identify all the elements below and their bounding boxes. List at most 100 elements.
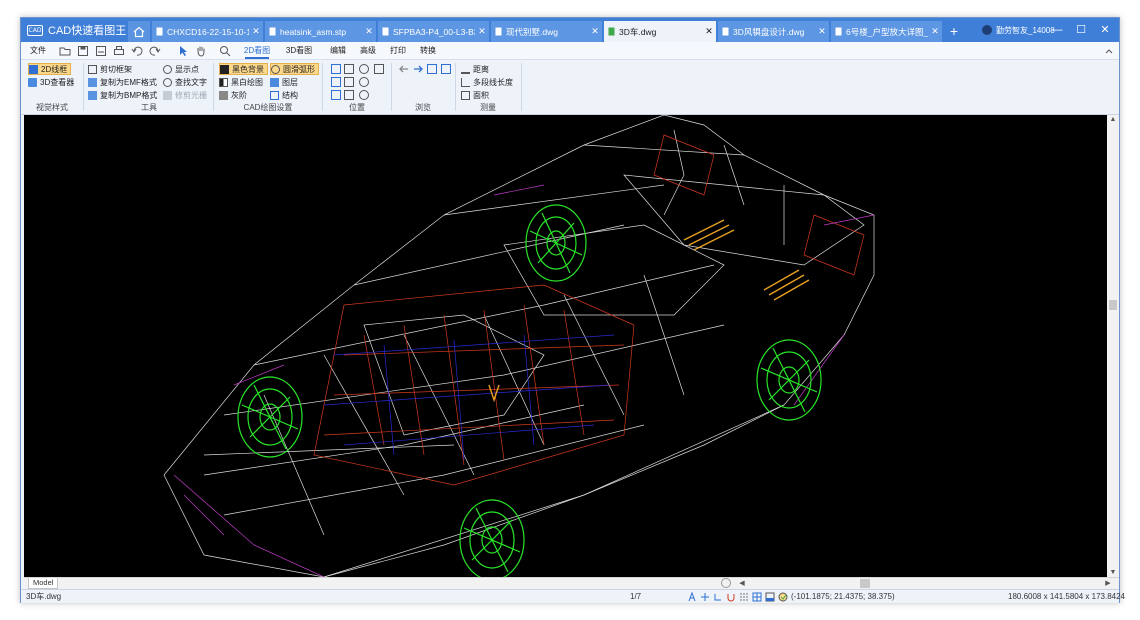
undo-icon[interactable]: [131, 45, 143, 57]
pan-icon[interactable]: [374, 64, 384, 74]
tab-6[interactable]: 6号楼_户型放大详图_t8... ✕: [831, 21, 942, 42]
maximize-button[interactable]: ☐: [1071, 18, 1091, 42]
scroll-left-arrow-icon[interactable]: ◀: [736, 579, 748, 587]
scroll-down-arrow-icon[interactable]: ▼: [1107, 569, 1119, 576]
grid-dots-icon[interactable]: [739, 592, 749, 602]
zoom-all-icon[interactable]: [344, 77, 354, 87]
minimize-button[interactable]: —: [1047, 18, 1067, 42]
find-text-button[interactable]: 查找文字: [163, 76, 207, 88]
copy-bmp-button[interactable]: 复制为BMP格式: [88, 89, 157, 101]
redo-icon[interactable]: [149, 45, 161, 57]
rotate-view-icon[interactable]: [331, 90, 341, 100]
wireframe-icon: [29, 64, 38, 74]
tab-3d-view[interactable]: 3D看图: [285, 42, 313, 60]
zoom-window-icon[interactable]: [344, 64, 354, 74]
zoom-in-icon[interactable]: [359, 64, 369, 74]
pan-hand-icon[interactable]: [195, 45, 207, 57]
next-drawing-icon[interactable]: [441, 64, 451, 74]
search-icon[interactable]: [219, 45, 231, 57]
tab-1[interactable]: heatsink_asm.stp ✕: [265, 21, 376, 42]
polyline-length-button[interactable]: 多段线长度: [461, 76, 513, 88]
tab-close-icon[interactable]: ✕: [702, 26, 716, 37]
grid-icon[interactable]: [752, 592, 762, 602]
3d-viewer-button[interactable]: 3D查看器: [28, 76, 74, 88]
close-button[interactable]: ✕: [1095, 18, 1115, 42]
layout-icon[interactable]: [765, 592, 775, 602]
horizontal-scroll-thumb[interactable]: [860, 579, 870, 588]
vertical-scroll-thumb[interactable]: [1109, 300, 1117, 310]
tab-4-active[interactable]: 3D车.dwg ✕: [604, 21, 716, 42]
user-info[interactable]: 勤劳智友_14008: [982, 18, 1055, 42]
scroll-up-arrow-icon[interactable]: ▲: [1107, 116, 1119, 123]
menu-file[interactable]: 文件: [27, 42, 49, 60]
tab-label: 6号楼_户型放大详图_t8...: [846, 26, 928, 37]
scroll-right-arrow-icon[interactable]: ▶: [1102, 579, 1114, 587]
status-dimensions: 180.6008 x 141.5804 x 173.8424: [1008, 592, 1125, 601]
black-background-button[interactable]: 黑色背景: [219, 63, 268, 75]
user-avatar-icon: [982, 25, 992, 35]
forward-arrow-icon[interactable]: [413, 64, 423, 74]
open-folder-icon[interactable]: [59, 45, 71, 57]
cad-viewport[interactable]: [24, 115, 1107, 577]
zoom-extents-icon[interactable]: [331, 64, 341, 74]
select-pointer-icon[interactable]: [177, 45, 189, 57]
collapse-ribbon-icon[interactable]: [1103, 45, 1115, 57]
home-tab[interactable]: [128, 21, 150, 42]
area-button[interactable]: 面积: [461, 89, 489, 101]
group-divider: [213, 63, 214, 111]
tab-convert[interactable]: 转换: [417, 42, 439, 60]
tab-advanced[interactable]: 高级: [357, 42, 379, 60]
vertical-scrollbar[interactable]: ▲ ▼: [1107, 115, 1119, 577]
wireframe-2d-button[interactable]: 2D线框: [28, 63, 72, 75]
tab-close-icon[interactable]: ✕: [362, 26, 376, 37]
distance-button[interactable]: 距离: [461, 63, 489, 75]
tab-close-icon[interactable]: ✕: [928, 26, 942, 37]
lineweight-icon[interactable]: [778, 592, 788, 602]
text-style-icon[interactable]: [687, 592, 697, 602]
snap-magnet-icon[interactable]: [726, 592, 736, 602]
tab-label: SFPBA3-P4_00-L3-B3.i...: [393, 26, 475, 37]
tab-2[interactable]: SFPBA3-P4_00-L3-B3.i... ✕: [378, 21, 489, 42]
tab-print[interactable]: 打印: [387, 42, 409, 60]
structure-button[interactable]: 结构: [270, 89, 298, 101]
cut-frame-button[interactable]: 剪切框架: [88, 63, 132, 75]
grayscale-button[interactable]: 灰阶: [219, 89, 247, 101]
layers-button[interactable]: 图层: [270, 76, 298, 88]
3d-viewer-label: 3D查看器: [40, 77, 75, 87]
tab-close-icon[interactable]: ✕: [475, 26, 489, 37]
model-tab[interactable]: Model: [28, 578, 59, 589]
show-points-label: 显示点: [175, 64, 199, 74]
print-icon[interactable]: [113, 45, 125, 57]
save-as-icon[interactable]: [95, 45, 107, 57]
front-left-wheel: [237, 376, 303, 458]
copy-emf-button[interactable]: 复制为EMF格式: [88, 76, 157, 88]
copy-bmp-icon: [88, 90, 97, 100]
tab-close-icon[interactable]: ✕: [815, 26, 829, 37]
file-icon: [495, 27, 502, 36]
smooth-arc-button[interactable]: 圆滑弧形: [270, 63, 319, 75]
tab-3[interactable]: 现代别墅.dwg ✕: [491, 21, 602, 42]
tab-0[interactable]: CHXCD16-22-15-10-1... ✕: [152, 21, 263, 42]
zoom-previous-icon[interactable]: [331, 77, 341, 87]
show-points-button[interactable]: 显示点: [163, 63, 199, 75]
zoom-out-icon[interactable]: [359, 77, 369, 87]
tab-edit[interactable]: 编辑: [327, 42, 349, 60]
tab-close-icon[interactable]: ✕: [249, 26, 263, 37]
bw-drawing-button[interactable]: 黑白绘图: [219, 76, 263, 88]
ortho-icon[interactable]: [713, 592, 723, 602]
scroll-lock-icon[interactable]: [721, 578, 731, 588]
back-arrow-icon[interactable]: [399, 64, 409, 74]
zoom-menu-icon[interactable]: [359, 90, 369, 100]
file-icon: [722, 27, 729, 36]
tab-2d-view[interactable]: 2D看图: [243, 42, 271, 60]
tab-label: heatsink_asm.stp: [280, 26, 347, 37]
view-cube-icon[interactable]: [344, 90, 354, 100]
tab-5[interactable]: 3D风犋盘设计.dwg ✕: [718, 21, 829, 42]
save-icon[interactable]: [77, 45, 89, 57]
crosshair-icon[interactable]: [700, 592, 710, 602]
tab-close-icon[interactable]: ✕: [588, 26, 602, 37]
layers-icon: [270, 77, 279, 87]
previous-drawing-icon[interactable]: [427, 64, 437, 74]
new-tab-button[interactable]: +: [945, 21, 963, 41]
trim-raster-button[interactable]: 修剪光栅: [163, 89, 207, 101]
